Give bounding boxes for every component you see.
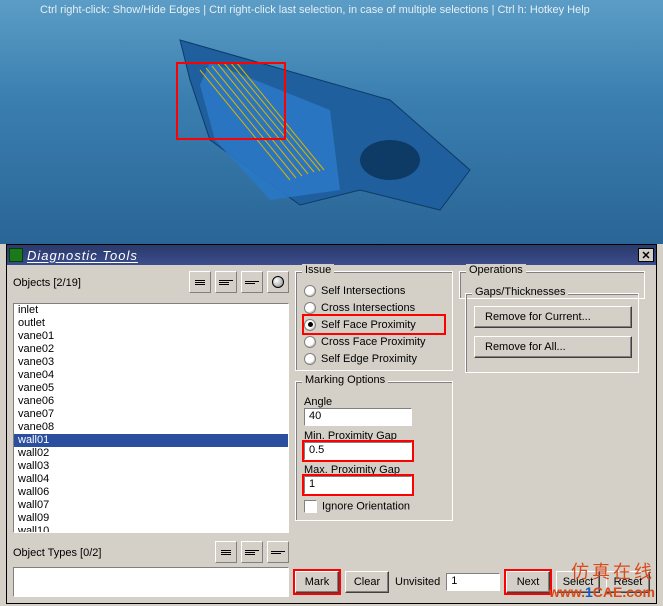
mark-button[interactable]: Mark <box>295 571 339 593</box>
list-item[interactable]: wall06 <box>14 486 288 499</box>
radio-self-edge-proximity[interactable]: Self Edge Proximity <box>304 350 444 367</box>
list-item[interactable]: vane03 <box>14 356 288 369</box>
select-button[interactable]: Select <box>556 571 600 593</box>
checkbox-box[interactable] <box>304 500 317 513</box>
types-view-x-button[interactable] <box>267 541 289 563</box>
radio-label: Self Edge Proximity <box>321 353 417 365</box>
remove-for-current-button[interactable]: Remove for Current... <box>474 306 632 328</box>
viewport-hint: Ctrl right-click: Show/Hide Edges | Ctrl… <box>40 4 653 16</box>
list-view-compact-button[interactable] <box>189 271 211 293</box>
close-button[interactable]: ✕ <box>638 248 654 262</box>
list-view-check-button[interactable] <box>215 271 237 293</box>
next-button[interactable]: Next <box>506 571 550 593</box>
list-item[interactable]: vane07 <box>14 408 288 421</box>
ignore-orientation-checkbox[interactable]: Ignore Orientation <box>304 500 444 513</box>
unvisited-label: Unvisited <box>395 576 440 588</box>
radio-self-face-proximity[interactable]: Self Face Proximity <box>304 316 444 333</box>
list-item[interactable]: wall07 <box>14 499 288 512</box>
reset-button[interactable]: Reset <box>606 571 650 593</box>
issue-legend: Issue <box>302 264 334 276</box>
unvisited-input[interactable]: 1 <box>446 573 500 591</box>
list-item[interactable]: vane01 <box>14 330 288 343</box>
issue-group: Issue Self Intersections Cross Intersect… <box>295 271 453 371</box>
list-item[interactable]: wall03 <box>14 460 288 473</box>
dialog-icon <box>9 248 23 262</box>
radio-label: Cross Face Proximity <box>321 336 426 348</box>
list-item[interactable]: wall10 <box>14 525 288 533</box>
dialog-titlebar[interactable]: Diagnostic Tools ✕ <box>7 245 656 265</box>
angle-input[interactable]: 40 <box>304 408 412 426</box>
radio-label: Self Face Proximity <box>321 319 416 331</box>
diagnostic-tools-dialog: Diagnostic Tools ✕ Objects [2/19] inleto… <box>6 244 657 604</box>
dialog-title: Diagnostic Tools <box>27 248 638 263</box>
list-item[interactable]: inlet <box>14 304 288 317</box>
list-item[interactable]: wall02 <box>14 447 288 460</box>
list-item[interactable]: vane05 <box>14 382 288 395</box>
list-item[interactable]: wall04 <box>14 473 288 486</box>
types-view-check-button[interactable] <box>241 541 263 563</box>
list-item[interactable]: vane04 <box>14 369 288 382</box>
ignore-orientation-label: Ignore Orientation <box>322 500 410 512</box>
gaps-legend: Gaps/Thicknesses <box>472 286 568 298</box>
max-gap-input[interactable]: 1 <box>304 476 412 494</box>
radio-cross-face-proximity[interactable]: Cross Face Proximity <box>304 333 444 350</box>
max-gap-label: Max. Proximity Gap <box>304 464 444 476</box>
list-view-x-button[interactable] <box>241 271 263 293</box>
action-row: Mark Clear Unvisited 1 Next Select Reset <box>295 571 650 593</box>
min-gap-input[interactable]: 0.5 <box>304 442 412 460</box>
gaps-group: Gaps/Thicknesses Remove for Current... R… <box>465 293 639 373</box>
radio-label: Self Intersections <box>321 285 405 297</box>
objects-listbox[interactable]: inletoutletvane01vane02vane03vane04vane0… <box>13 303 289 533</box>
object-types-listbox[interactable] <box>13 567 289 597</box>
list-item[interactable]: vane08 <box>14 421 288 434</box>
types-view-compact-button[interactable] <box>215 541 237 563</box>
list-item[interactable]: wall01 <box>14 434 288 447</box>
clear-button[interactable]: Clear <box>345 571 389 593</box>
objects-count-label: Objects [2/19] <box>13 277 81 289</box>
list-item[interactable]: vane02 <box>14 343 288 356</box>
list-item[interactable]: wall09 <box>14 512 288 525</box>
remove-for-all-button[interactable]: Remove for All... <box>474 336 632 358</box>
min-gap-label: Min. Proximity Gap <box>304 430 444 442</box>
list-item[interactable]: outlet <box>14 317 288 330</box>
viewport-highlight-box <box>176 62 286 140</box>
list-view-sphere-button[interactable] <box>267 271 289 293</box>
marking-options-group: Marking Options Angle 40 Min. Proximity … <box>295 381 453 521</box>
object-types-label: Object Types [0/2] <box>13 547 101 559</box>
angle-label: Angle <box>304 396 444 408</box>
list-item[interactable]: vane06 <box>14 395 288 408</box>
operations-legend: Operations <box>466 264 526 276</box>
radio-label: Cross Intersections <box>321 302 415 314</box>
marking-legend: Marking Options <box>302 374 388 386</box>
radio-self-intersections[interactable]: Self Intersections <box>304 282 444 299</box>
viewport-3d[interactable]: Ctrl right-click: Show/Hide Edges | Ctrl… <box>0 0 663 244</box>
radio-cross-intersections[interactable]: Cross Intersections <box>304 299 444 316</box>
